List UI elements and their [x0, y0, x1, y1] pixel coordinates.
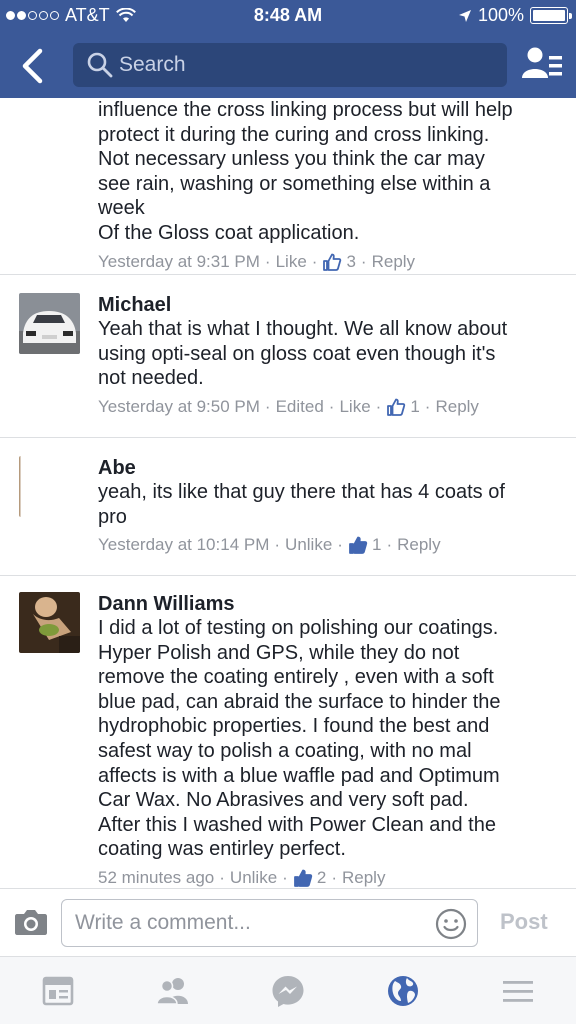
comment-timestamp: Yesterday at 9:50 PM [98, 396, 260, 416]
thumbs-up-icon [323, 253, 342, 271]
comment-meta: Yesterday at 9:31 PM · Like · 3 · Reply [98, 251, 416, 272]
comment-item: Michael Yeah that is what I thought. We … [0, 275, 576, 438]
like-count: 2 [316, 867, 327, 887]
comment-composer: Post [0, 888, 576, 956]
profile-photo [19, 592, 80, 653]
unlike-link[interactable]: Unlike [230, 868, 277, 888]
camera-icon [15, 910, 47, 935]
comment-field[interactable] [61, 899, 478, 947]
comment-list: influence the cross linking process but … [0, 98, 576, 888]
comment-meta: Yesterday at 9:50 PM · Edited · Like · 1… [98, 396, 479, 417]
friend-requests-icon [522, 47, 562, 78]
comment-timestamp: Yesterday at 10:14 PM [98, 535, 270, 555]
reply-link[interactable]: Reply [397, 535, 440, 555]
car-photo [19, 293, 80, 354]
camera-button[interactable] [14, 907, 48, 937]
chevron-left-icon [22, 48, 43, 84]
unlike-link[interactable]: Unlike [285, 535, 332, 555]
comment-body: Abe yeah, its like that guy there that h… [98, 456, 558, 555]
comment-author[interactable]: Dann Williams [98, 592, 558, 616]
comment-meta: Yesterday at 10:14 PM · Unlike · 1 · Rep… [98, 535, 441, 555]
top-bar: AT&T 8:48 AM 100% [0, 0, 576, 98]
search-icon [87, 52, 113, 78]
like-link[interactable]: Like [276, 252, 307, 272]
tab-news-feed[interactable] [38, 971, 78, 1011]
comment-text: yeah, its like that guy there that has 4… [98, 481, 505, 528]
friends-icon [156, 978, 188, 1005]
tab-messenger[interactable] [268, 971, 308, 1011]
comment-item: influence the cross linking process but … [0, 98, 576, 275]
status-bar: AT&T 8:48 AM 100% [0, 0, 576, 32]
reply-link[interactable]: Reply [372, 252, 415, 272]
globe-notifications-icon [388, 976, 418, 1006]
app-root: AT&T 8:48 AM 100% Search influence the c… [0, 0, 576, 1024]
search-input[interactable] [119, 53, 479, 77]
comment-timestamp: 52 minutes ago [98, 867, 215, 887]
comment-meta: 52 minutes ago · Unlike · 2 · Reply [98, 867, 386, 888]
avatar[interactable] [19, 293, 80, 354]
like-count: 1 [371, 535, 382, 555]
like-count: 3 [346, 251, 356, 271]
battery-percent: 100% [477, 5, 524, 25]
thumbs-up-icon [387, 398, 406, 416]
tab-menu[interactable] [498, 971, 538, 1011]
news-feed-icon [42, 976, 74, 1006]
comment-timestamp: Yesterday at 9:31 PM [98, 251, 260, 271]
comment-author[interactable]: Michael [98, 293, 558, 317]
back-button[interactable] [14, 46, 54, 86]
comment-body: influence the cross linking process but … [98, 98, 558, 272]
post-button[interactable]: Post [500, 909, 548, 935]
thumbs-up-icon [293, 869, 313, 887]
tab-notifications[interactable] [383, 971, 423, 1011]
status-right: 100% [458, 5, 572, 26]
comment-author[interactable]: Abe [98, 456, 558, 480]
comment-input[interactable] [75, 911, 415, 935]
location-arrow-icon [458, 9, 471, 22]
comment-body: Michael Yeah that is what I thought. We … [98, 293, 558, 417]
comment-text: influence the cross linking process but … [98, 99, 513, 244]
avatar[interactable] [19, 592, 80, 653]
smiley-icon [435, 908, 467, 940]
menu-icon [503, 981, 533, 1002]
reply-link[interactable]: Reply [342, 868, 385, 888]
like-link[interactable]: Like [339, 397, 370, 417]
reply-link[interactable]: Reply [435, 397, 478, 417]
comment-text: Yeah that is what I thought. We all know… [98, 318, 508, 390]
comment-item: Dann Williams I did a lot of testing on … [0, 576, 576, 888]
thumbs-up-icon [349, 536, 368, 555]
avatar[interactable] [19, 456, 80, 517]
comment-text: I did a lot of testing on polishing our … [98, 617, 501, 861]
like-count: 1 [410, 396, 420, 416]
battery-icon [530, 7, 572, 24]
comment-item: Abe yeah, its like that guy there that h… [0, 438, 576, 576]
comment-body: Dann Williams I did a lot of testing on … [98, 592, 558, 888]
friend-requests-button[interactable] [522, 46, 562, 82]
tab-bar [0, 956, 576, 1024]
edited-link[interactable]: Edited [276, 397, 324, 417]
tab-friends[interactable] [153, 971, 193, 1011]
sticker-button[interactable] [435, 908, 467, 940]
profile-photo [19, 456, 80, 517]
messenger-icon [272, 976, 304, 1007]
search-bar[interactable] [73, 43, 507, 87]
